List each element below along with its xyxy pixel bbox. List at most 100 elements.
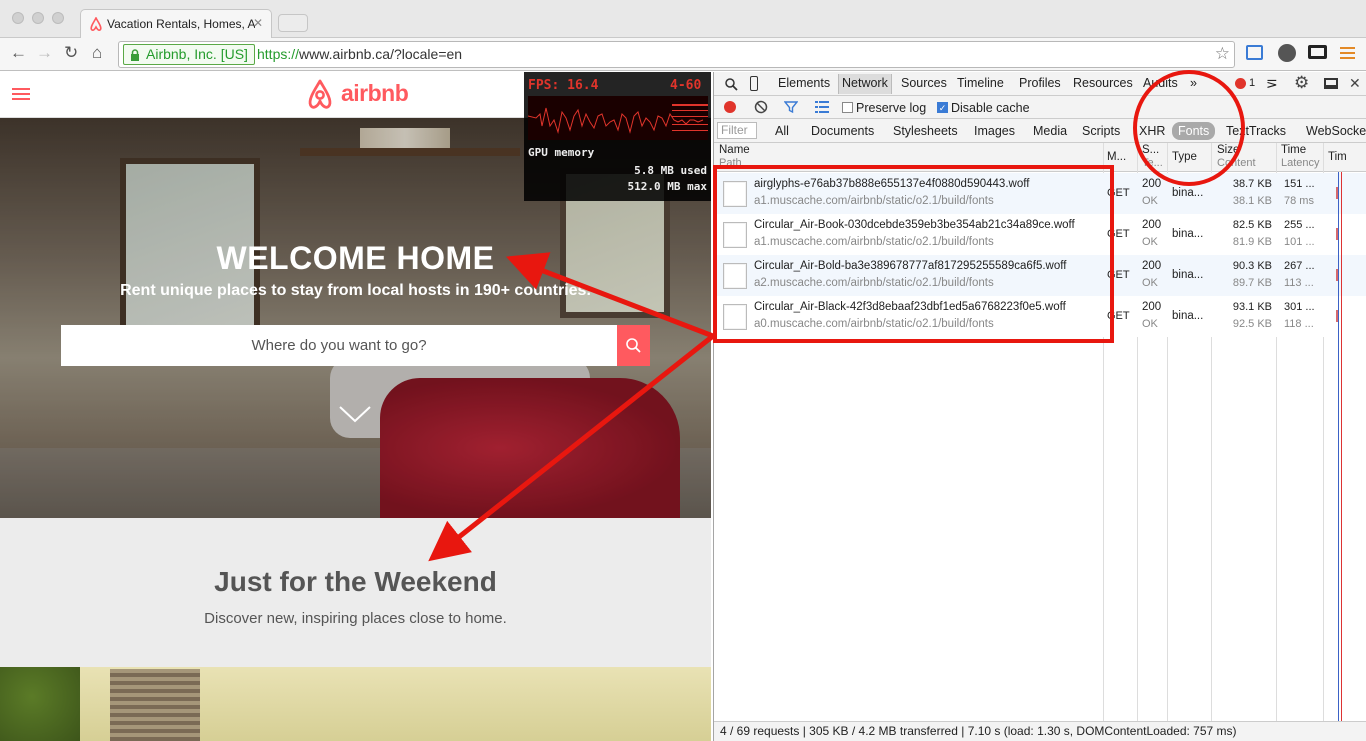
dock-side-icon[interactable] [1324,78,1338,89]
request-row[interactable]: Circular_Air-Black-42f3d8ebaaf23dbf1ed5a… [714,296,1366,337]
menu-icon[interactable] [1340,47,1355,59]
request-path: a2.muscache.com/airbnb/static/o2.1/build… [754,277,994,289]
filter-type-media[interactable]: Media [1033,124,1067,138]
request-row[interactable]: Circular_Air-Book-030dcebde359eb3be354ab… [714,214,1366,255]
lock-icon [131,49,139,61]
request-row[interactable]: airglyphs-e76ab37b888e655137e4f0880d5904… [714,173,1366,214]
url-text[interactable]: https://www.airbnb.ca/?locale=en [257,46,462,62]
request-latency: 118 ... [1284,318,1314,330]
more-tabs-button[interactable]: » [1190,76,1197,90]
tab-resources[interactable]: Resources [1073,76,1133,90]
address-bar[interactable]: Airbnb, Inc. [US] https://www.airbnb.ca/… [118,41,1235,68]
column-timeline[interactable]: Tim [1328,151,1347,163]
filter-type-all[interactable]: All [775,124,789,138]
filter-type-stylesheets[interactable]: Stylesheets [893,124,958,138]
forward-icon[interactable]: → [36,43,53,63]
reload-icon[interactable]: ↻ [64,43,78,63]
column-path[interactable]: Path [719,157,742,169]
disable-cache-checkbox[interactable]: ✓ [937,102,948,113]
destination-search-input[interactable]: Where do you want to go? [61,325,617,366]
airbnb-logo-icon[interactable] [304,78,336,112]
filter-bar: Filter All Documents Stylesheets Images … [714,119,1366,143]
gpu-memory-used: 5.8 MB used [634,164,707,177]
column-type[interactable]: Type [1172,151,1197,163]
column-name[interactable]: Name [719,144,750,156]
column-method[interactable]: M... [1107,151,1126,163]
request-name: Circular_Air-Black-42f3d8ebaaf23dbf1ed5a… [754,301,1066,313]
console-drawer-icon[interactable]: ⋝ [1266,75,1278,92]
url-scheme: https:// [257,46,300,62]
minimize-window-button[interactable] [32,12,44,24]
column-size[interactable]: Size [1217,144,1239,156]
request-type: bina... [1172,269,1204,281]
fps-graph [528,96,708,140]
bookmark-star-icon[interactable]: ☆ [1215,44,1230,64]
back-icon[interactable]: ← [10,43,27,63]
close-window-button[interactable] [12,12,24,24]
disable-cache-label[interactable]: Disable cache [951,101,1030,115]
request-size: 90.3 KB [1232,260,1272,272]
request-row[interactable]: Circular_Air-Bold-ba3e389678777af8172952… [714,255,1366,296]
filter-type-websockets[interactable]: WebSockets [1306,124,1366,138]
filter-type-xhr[interactable]: XHR [1139,124,1165,138]
record-icon[interactable] [724,101,736,113]
cast-screen-icon[interactable] [1308,45,1327,59]
request-method: GET [1107,269,1130,281]
ev-certificate-badge[interactable]: Airbnb, Inc. [US] [123,44,255,65]
filter-input[interactable]: Filter [717,122,757,139]
zoom-window-button[interactable] [52,12,64,24]
devtools-tab-bar: Elements Network Sources Timeline Profil… [714,72,1366,96]
error-icon[interactable] [1235,78,1246,89]
extension-folder-icon[interactable] [1246,45,1263,60]
device-mode-icon[interactable] [750,76,758,91]
hamburger-menu-icon[interactable] [12,88,30,102]
listing-photo[interactable] [0,667,711,741]
settings-gear-icon[interactable]: ⚙ [1294,73,1309,93]
request-status-text: OK [1142,318,1158,330]
error-count[interactable]: 1 [1249,77,1255,89]
filter-type-scripts[interactable]: Scripts [1082,124,1120,138]
request-size: 38.7 KB [1232,178,1272,190]
request-size: 93.1 KB [1232,301,1272,313]
request-status-text: OK [1142,277,1158,289]
tab-close-icon[interactable]: ✕ [253,16,263,30]
request-name: airglyphs-e76ab37b888e655137e4f0880d5904… [754,178,1030,190]
request-content-size: 38.1 KB [1232,195,1272,207]
tab-sources[interactable]: Sources [901,76,947,90]
tab-audits[interactable]: Audits [1143,76,1178,90]
filter-type-images[interactable]: Images [974,124,1015,138]
request-time: 301 ... [1284,301,1315,313]
inspect-search-icon[interactable] [724,77,738,91]
request-content-size: 81.9 KB [1232,236,1272,248]
preserve-log-label[interactable]: Preserve log [856,101,926,115]
column-time[interactable]: Time [1281,144,1306,156]
preserve-log-checkbox[interactable] [842,102,853,113]
filter-type-documents[interactable]: Documents [811,124,874,138]
column-latency[interactable]: Latency [1281,157,1320,169]
brand-wordmark[interactable]: airbnb [341,80,409,107]
request-table-header: Name Path M... S... Te... Type Size Cont… [714,143,1366,172]
tab-network[interactable]: Network [838,74,892,94]
browser-tab[interactable]: Vacation Rentals, Homes, A ✕ [80,9,272,39]
scroll-down-chevron-icon[interactable] [338,404,372,424]
clear-icon[interactable] [754,100,768,114]
filter-type-fonts[interactable]: Fonts [1172,122,1216,140]
section-title: Just for the Weekend [214,566,497,597]
column-status[interactable]: S... [1142,144,1159,156]
close-devtools-icon[interactable]: ✕ [1349,75,1361,92]
tab-elements[interactable]: Elements [778,76,830,90]
filter-funnel-icon[interactable] [784,100,798,114]
home-icon[interactable]: ⌂ [92,43,102,63]
airbnb-favicon-icon [90,17,102,32]
filter-type-texttracks[interactable]: TextTracks [1226,124,1286,138]
column-content[interactable]: Content [1217,157,1256,169]
large-rows-icon[interactable] [815,101,829,113]
request-method: GET [1107,310,1130,322]
column-status-text[interactable]: Te... [1142,157,1163,169]
tab-profiles[interactable]: Profiles [1019,76,1061,90]
new-tab-button[interactable] [278,14,308,32]
extension-circle-icon[interactable] [1278,44,1296,62]
search-button[interactable] [617,325,650,366]
tab-timeline[interactable]: Timeline [957,76,1004,90]
request-method: GET [1107,228,1130,240]
